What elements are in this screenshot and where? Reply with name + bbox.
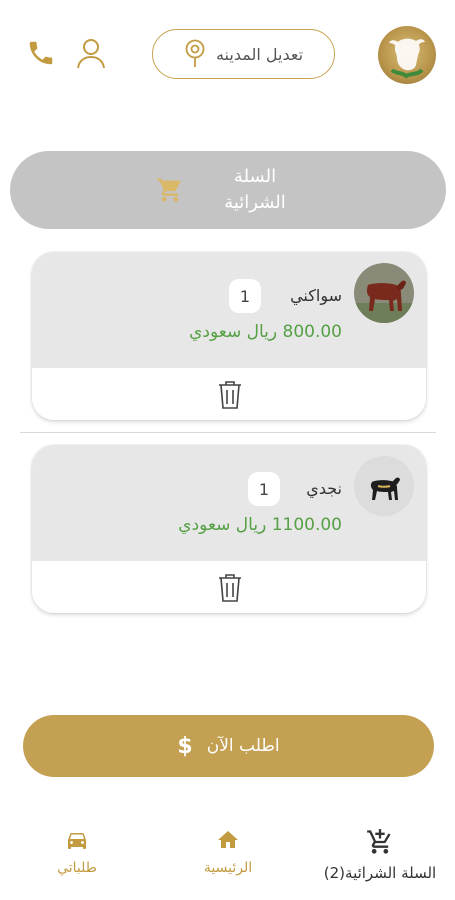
item-image [354, 263, 414, 323]
cart-item-actions [32, 561, 426, 613]
location-pin-icon [185, 39, 205, 67]
item-quantity[interactable]: 1 [229, 279, 261, 313]
phone-icon[interactable] [26, 38, 56, 68]
item-price: 1100.00 ريال سعودي [178, 515, 342, 535]
app-header: تعديل المدينه [0, 0, 455, 110]
item-name: نجدي [306, 479, 342, 498]
edit-city-label: تعديل المدينه [215, 44, 304, 64]
order-now-label: اطلب الآن [206, 736, 280, 756]
order-now-button[interactable]: اطلب الآن $ [23, 715, 434, 777]
cart-item-actions [32, 368, 426, 420]
cart-title: السلة الشرائية [210, 164, 300, 216]
nav-home-label: الرئيسية [203, 860, 253, 876]
cart-item-card: نجدي 1 1100.00 ريال سعودي [32, 445, 426, 613]
dollar-icon: $ [177, 733, 193, 759]
trash-icon[interactable] [215, 570, 245, 604]
app-logo[interactable] [378, 26, 436, 84]
nav-cart[interactable]: السلة الشرائية(2) [312, 828, 448, 882]
item-quantity[interactable]: 1 [248, 472, 280, 506]
home-icon [218, 831, 238, 848]
cart-title-line1: السلة [233, 166, 277, 187]
cart-title-bar: السلة الشرائية [10, 151, 446, 229]
user-icon[interactable] [74, 36, 108, 70]
cart-item-details: نجدي 1 1100.00 ريال سعودي [32, 445, 426, 561]
trash-icon[interactable] [215, 377, 245, 411]
nav-cart-label: السلة الشرائية(2) [323, 864, 437, 882]
add-to-cart-icon [367, 829, 391, 854]
item-price: 800.00 ريال سعودي [189, 322, 342, 342]
bottom-nav: طلباتي الرئيسية السلة الشرائية(2) [0, 818, 455, 900]
edit-city-button[interactable]: تعديل المدينه [152, 29, 335, 79]
nav-home[interactable]: الرئيسية [188, 828, 268, 876]
cart-item-card: سواكني 1 800.00 ريال سعودي [32, 252, 426, 420]
items-divider [20, 432, 436, 433]
nav-my-orders-label: طلباتي [57, 860, 97, 876]
cart-item-details: سواكني 1 800.00 ريال سعودي [32, 252, 426, 368]
car-icon [68, 833, 86, 849]
item-name: سواكني [290, 286, 342, 305]
cart-icon [157, 178, 181, 202]
item-image [354, 456, 414, 516]
nav-my-orders[interactable]: طلباتي [44, 828, 110, 876]
cart-title-line2: الشرائية [224, 192, 286, 213]
